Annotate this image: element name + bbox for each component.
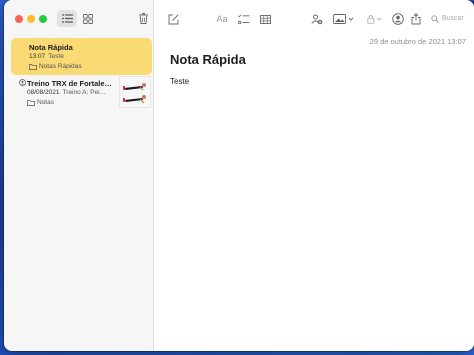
folder-icon [27, 99, 35, 106]
table-button[interactable] [258, 11, 272, 27]
share-button[interactable] [410, 11, 422, 27]
note-date: 29 de outubro de 2021 13:07 [369, 37, 466, 46]
notes-window: Nota Rápida 13:07 Teste Notas Rápidas Tre… [4, 0, 474, 351]
gallery-view-icon [83, 13, 93, 24]
note-item-folder-name: Notas Rápidas [39, 63, 82, 70]
note-editor: Aa Buscar 29 de outubro de 2021 13:07 No… [154, 0, 474, 351]
lock-icon [367, 15, 382, 24]
minimize-window-button[interactable] [27, 15, 35, 23]
search-icon [431, 14, 439, 23]
table-icon [259, 14, 271, 24]
note-thumbnail [119, 76, 151, 108]
sidebar: Nota Rápida 13:07 Teste Notas Rápidas Tre… [4, 0, 154, 351]
folder-icon [29, 63, 37, 70]
checklist-icon [238, 14, 250, 24]
note-item-folder: Notas Rápidas [29, 63, 82, 70]
search-field[interactable]: Buscar [426, 10, 474, 27]
share-icon [411, 13, 421, 25]
note-title[interactable]: Nota Rápida [170, 52, 246, 67]
checklist-button[interactable] [237, 11, 251, 27]
zoom-window-button[interactable] [39, 15, 47, 23]
note-item-folder-name: Notas [37, 99, 54, 106]
note-item-time: 08/08/2021 [27, 89, 60, 96]
list-view-icon [61, 14, 73, 23]
note-item-meta: 13:07 Teste [29, 53, 64, 60]
delete-button[interactable] [135, 10, 151, 27]
exercise-photo-image [120, 77, 150, 107]
note-item-title: Nota Rápida [29, 43, 73, 52]
add-people-icon [311, 14, 323, 24]
list-view-button[interactable] [57, 10, 77, 27]
compose-icon [168, 14, 178, 24]
collaboration-button[interactable] [391, 11, 405, 27]
new-note-button[interactable] [166, 11, 180, 27]
note-item-preview: Treino A: Pei… [62, 89, 107, 96]
note-item-time: 13:07 [29, 53, 46, 60]
note-item-title: Treino TRX de Fortale… [27, 79, 113, 88]
note-item-folder: Notas [27, 99, 54, 106]
gallery-view-button[interactable] [79, 10, 97, 27]
add-people-button[interactable] [310, 11, 324, 27]
note-item-preview: Teste [48, 53, 64, 60]
format-button[interactable]: Aa [215, 11, 229, 27]
lock-button[interactable] [366, 11, 384, 27]
note-body[interactable]: Teste [170, 77, 189, 86]
note-item-meta: 08/08/2021 Treino A: Pei… [27, 89, 106, 96]
note-list-item[interactable]: Treino TRX de Fortale… 08/08/2021 Treino … [11, 74, 152, 114]
media-button[interactable] [332, 11, 356, 27]
trash-icon [138, 13, 148, 24]
close-window-button[interactable] [15, 15, 23, 23]
media-icon [333, 14, 354, 24]
sidebar-toolbar [4, 0, 153, 38]
shared-people-icon [19, 79, 26, 86]
collaboration-icon [392, 13, 404, 25]
note-list-item[interactable]: Nota Rápida 13:07 Teste Notas Rápidas [11, 38, 152, 75]
search-placeholder: Buscar [442, 15, 464, 22]
